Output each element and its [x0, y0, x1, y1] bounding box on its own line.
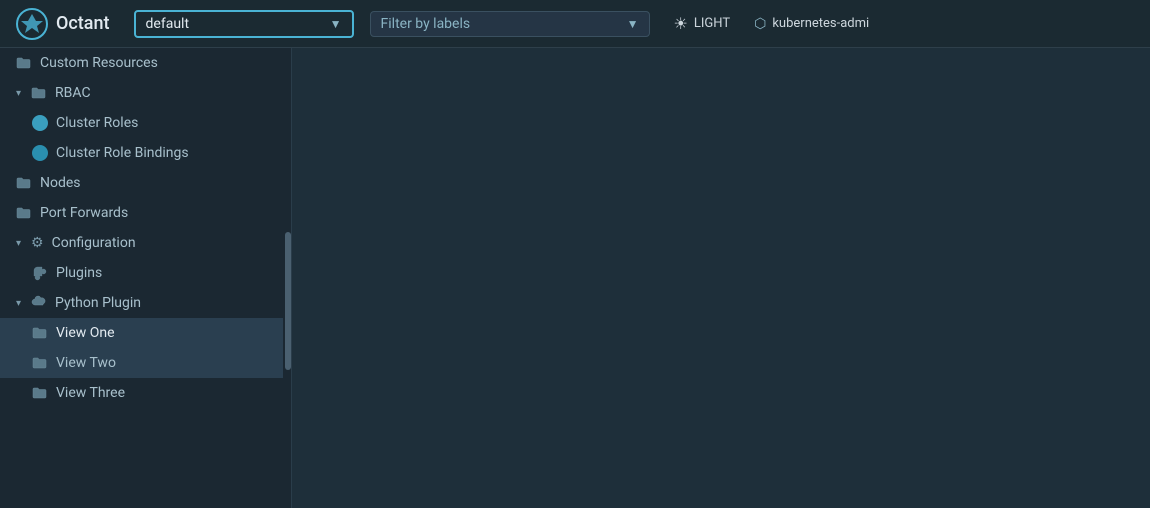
- namespace-dropdown[interactable]: default ▼: [134, 10, 354, 38]
- app-header: Octant default ▼ Filter by labels ▼ ☀ LI…: [0, 0, 1150, 48]
- sidebar-label-view-one: View One: [56, 325, 275, 341]
- scrollbar-thumb[interactable]: [285, 232, 291, 370]
- gear-icon: ⚙: [31, 235, 44, 251]
- folder-icon: [32, 355, 48, 371]
- folder-icon: [31, 85, 47, 101]
- sidebar-label-nodes: Nodes: [40, 175, 275, 191]
- folder-icon: [32, 385, 48, 401]
- cluster-label: kubernetes-admi: [772, 16, 869, 31]
- label-filter[interactable]: Filter by labels ▼: [370, 11, 650, 37]
- sidebar-section-python-plugin[interactable]: ▾ Python Plugin: [0, 288, 291, 318]
- cluster-icon: ⬡: [754, 16, 766, 32]
- filter-placeholder: Filter by labels: [381, 16, 619, 32]
- sidebar-item-view-two[interactable]: View Two: [0, 348, 291, 378]
- cluster-area: ⬡ kubernetes-admi: [754, 16, 869, 32]
- filter-dropdown-arrow: ▼: [627, 17, 639, 31]
- main-layout: Custom Resources ▾ RBAC Cluster Roles: [0, 48, 1150, 508]
- sidebar-label-plugins: Plugins: [56, 265, 275, 281]
- chevron-down-icon: ▾: [16, 298, 21, 309]
- sidebar-item-nodes[interactable]: Nodes: [0, 168, 291, 198]
- sidebar-item-view-one[interactable]: View One: [0, 318, 291, 348]
- sidebar-item-cluster-roles[interactable]: Cluster Roles: [0, 108, 291, 138]
- app-title: Octant: [56, 13, 110, 34]
- sidebar-item-view-three[interactable]: View Three: [0, 378, 291, 408]
- circle-teal-icon: [32, 145, 48, 161]
- sun-icon: ☀: [674, 14, 688, 33]
- sidebar-item-custom-resources[interactable]: Custom Resources: [0, 48, 291, 78]
- theme-label: LIGHT: [694, 16, 730, 31]
- octant-logo: [16, 8, 48, 40]
- main-content: [292, 48, 1150, 508]
- sidebar-item-plugins[interactable]: Plugins: [0, 258, 291, 288]
- namespace-dropdown-arrow: ▼: [330, 17, 342, 31]
- sidebar-label-configuration: Configuration: [52, 235, 275, 251]
- sidebar-label-port-forwards: Port Forwards: [40, 205, 275, 221]
- theme-toggle[interactable]: ☀ LIGHT: [674, 14, 731, 33]
- sidebar-label-view-three: View Three: [56, 385, 275, 401]
- sidebar-section-configuration[interactable]: ▾ ⚙ Configuration: [0, 228, 291, 258]
- namespace-value: default: [146, 16, 322, 32]
- folder-icon: [16, 205, 32, 221]
- sidebar-item-cluster-role-bindings[interactable]: Cluster Role Bindings: [0, 138, 291, 168]
- sidebar-section-rbac[interactable]: ▾ RBAC: [0, 78, 291, 108]
- cloud-icon: [31, 295, 47, 311]
- sidebar-label-cluster-role-bindings: Cluster Role Bindings: [56, 145, 275, 161]
- scrollbar[interactable]: [283, 48, 291, 508]
- sidebar-label-cluster-roles: Cluster Roles: [56, 115, 275, 131]
- sidebar-label-custom-resources: Custom Resources: [40, 55, 275, 71]
- logo-area: Octant: [16, 8, 110, 40]
- sidebar-label-python-plugin: Python Plugin: [55, 295, 275, 311]
- chevron-down-icon: ▾: [16, 88, 21, 99]
- puzzle-icon: [32, 265, 48, 281]
- folder-icon: [32, 325, 48, 341]
- chevron-down-icon: ▾: [16, 238, 21, 249]
- sidebar-item-port-forwards[interactable]: Port Forwards: [0, 198, 291, 228]
- sidebar: Custom Resources ▾ RBAC Cluster Roles: [0, 48, 292, 508]
- sidebar-label-view-two: View Two: [56, 355, 275, 371]
- circle-blue-icon: [32, 115, 48, 131]
- sidebar-label-rbac: RBAC: [55, 85, 275, 101]
- folder-icon: [16, 55, 32, 71]
- folder-icon: [16, 175, 32, 191]
